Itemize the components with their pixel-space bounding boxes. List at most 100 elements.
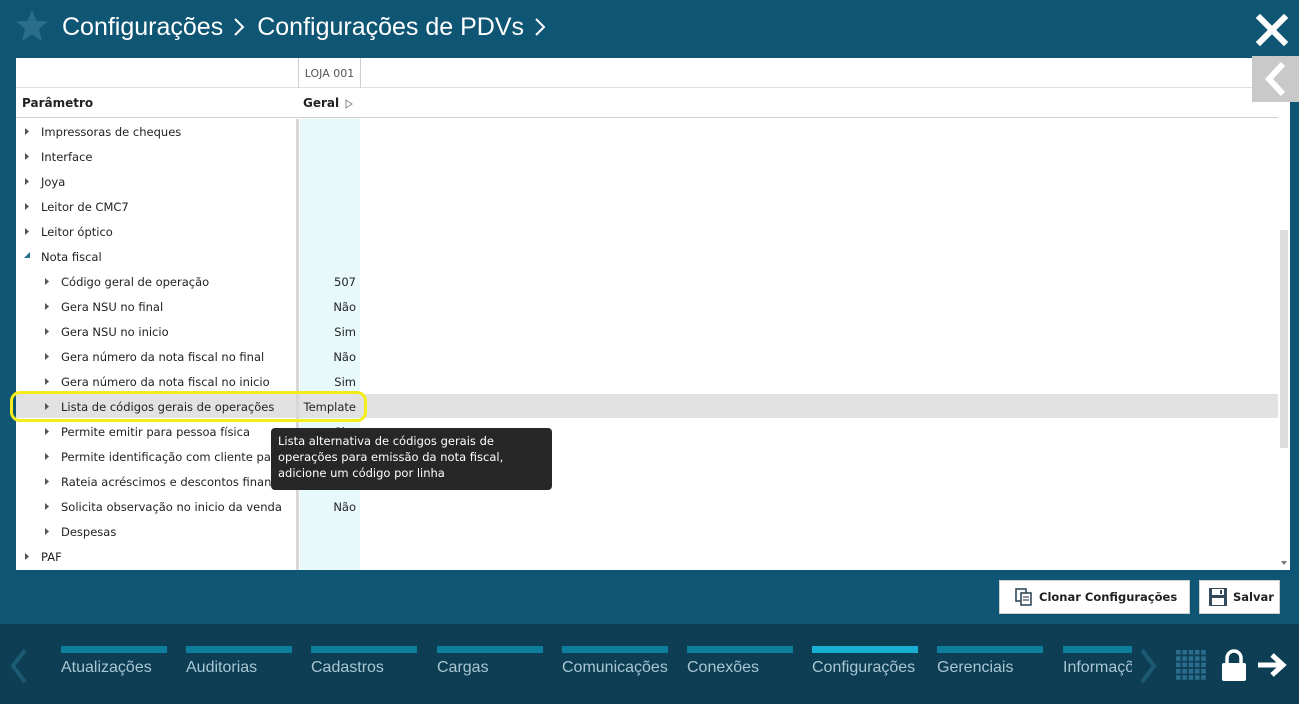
caret-right-icon[interactable] bbox=[24, 152, 30, 161]
tree-row[interactable]: PAF bbox=[16, 544, 1278, 569]
tree-row[interactable]: Gera número da nota fiscal no final Não bbox=[16, 344, 1278, 369]
caret-right-icon[interactable] bbox=[44, 452, 50, 461]
floppy-disk-icon bbox=[1209, 588, 1227, 606]
tree-row[interactable]: Permite emitir para pessoa físicaSim bbox=[16, 419, 1278, 444]
nav-item[interactable]: Configurações bbox=[812, 646, 918, 686]
tree-row-label: Nota fiscal bbox=[41, 250, 102, 264]
nav-item-label: Conexões bbox=[687, 659, 760, 676]
nav-item[interactable]: Conexões bbox=[687, 646, 793, 686]
star-icon[interactable] bbox=[14, 8, 50, 44]
clone-config-label: Clonar Configurações bbox=[1039, 590, 1178, 604]
nav-item[interactable]: Gerenciais bbox=[937, 646, 1043, 686]
chevron-right-icon[interactable] bbox=[1137, 646, 1159, 686]
save-button[interactable]: Salvar bbox=[1199, 580, 1280, 614]
tree-row-value[interactable]: Não bbox=[300, 300, 356, 314]
caret-right-icon[interactable] bbox=[44, 302, 50, 311]
nav-item-label: Configurações bbox=[812, 659, 916, 676]
nav-item-bar bbox=[437, 646, 543, 653]
tree-row-value[interactable]: Não bbox=[300, 500, 356, 514]
tree-row-label: Interface bbox=[41, 150, 93, 164]
caret-down-icon[interactable] bbox=[24, 252, 30, 261]
value-column-header[interactable]: Geral bbox=[303, 96, 339, 110]
side-panel-toggle[interactable] bbox=[1252, 56, 1299, 102]
nav-item-bar bbox=[311, 646, 417, 653]
nav-item[interactable]: Comunicações bbox=[562, 646, 668, 686]
breadcrumb-item-pdvs[interactable]: Configurações de PDVs bbox=[257, 13, 524, 42]
breadcrumb: Configurações Configurações de PDVs bbox=[62, 10, 558, 44]
header: Configurações Configurações de PDVs bbox=[0, 0, 1299, 56]
chevron-left-icon[interactable] bbox=[8, 646, 30, 686]
save-label: Salvar bbox=[1233, 590, 1274, 604]
caret-right-icon[interactable] bbox=[44, 277, 50, 286]
tree-row[interactable]: Gera NSU no final Não bbox=[16, 294, 1278, 319]
breadcrumb-item-configuracoes[interactable]: Configurações bbox=[62, 13, 223, 42]
nav-item-bar bbox=[1063, 646, 1132, 653]
tree-row-label: Gera número da nota fiscal no inicio bbox=[61, 375, 270, 389]
tree-row[interactable]: Leitor óptico bbox=[16, 219, 1278, 244]
nav-item-bar bbox=[937, 646, 1043, 653]
nav-item-bar bbox=[186, 646, 292, 653]
store-column-header[interactable]: LOJA 001 bbox=[298, 58, 361, 88]
tree-row-label: Leitor óptico bbox=[41, 225, 113, 239]
tree-row[interactable]: Nota fiscal bbox=[16, 244, 1278, 269]
tree-row-label: Rateia acréscimos e descontos financeiro… bbox=[61, 475, 306, 489]
caret-right-icon[interactable] bbox=[24, 227, 30, 236]
nav-item-bar bbox=[687, 646, 793, 653]
caret-right-icon[interactable] bbox=[44, 327, 50, 336]
nav-item[interactable]: Cargas bbox=[437, 646, 543, 686]
close-icon[interactable] bbox=[1256, 14, 1288, 46]
nav-item[interactable]: Informações bbox=[1063, 646, 1132, 686]
tree-row-label: Gera número da nota fiscal no final bbox=[61, 350, 265, 364]
caret-right-icon[interactable] bbox=[24, 202, 30, 211]
tooltip: Lista alternativa de códigos gerais de o… bbox=[271, 428, 552, 490]
chevron-right-icon[interactable] bbox=[528, 16, 552, 38]
caret-right-icon[interactable] bbox=[24, 127, 30, 136]
tree-row-label: Gera NSU no final bbox=[61, 300, 164, 314]
nav-item[interactable]: Auditorias bbox=[186, 646, 292, 686]
caret-right-icon[interactable] bbox=[44, 352, 50, 361]
nav-item[interactable]: Cadastros bbox=[311, 646, 417, 686]
scroll-down-icon[interactable] bbox=[1280, 560, 1288, 566]
column-header-row: Parâmetro Geral bbox=[16, 88, 1278, 118]
tree-row-label: Gera NSU no inicio bbox=[61, 325, 169, 339]
clone-config-button[interactable]: Clonar Configurações bbox=[999, 580, 1190, 614]
caret-right-icon[interactable] bbox=[345, 99, 353, 109]
tree-row[interactable]: Leitor de CMC7 bbox=[16, 194, 1278, 219]
nav-item[interactable]: Atualizações bbox=[61, 646, 167, 686]
tree-row-value[interactable]: Sim bbox=[300, 325, 356, 339]
caret-right-icon[interactable] bbox=[24, 552, 30, 561]
caret-right-icon[interactable] bbox=[44, 477, 50, 486]
scrollbar[interactable] bbox=[1278, 120, 1290, 570]
tree-row-value[interactable]: Não bbox=[300, 350, 356, 364]
nav-item-label: Cargas bbox=[437, 659, 489, 676]
tree-row[interactable]: Interface bbox=[16, 144, 1278, 169]
tree-row[interactable]: Rateia acréscimos e descontos financeiro… bbox=[16, 469, 1278, 494]
tree-row-label: PAF bbox=[41, 550, 62, 564]
caret-right-icon[interactable] bbox=[44, 502, 50, 511]
module-nav: Atualizações Auditorias Cadastros Cargas Com… bbox=[0, 624, 1132, 704]
nav-item-label: Informações bbox=[1063, 659, 1132, 676]
tree-row-label: Permite identificação com cliente padrão bbox=[61, 450, 297, 464]
tree-row-value[interactable]: Sim bbox=[300, 375, 356, 389]
tree-row[interactable]: Solicita observação no inicio da venda Nã… bbox=[16, 494, 1278, 519]
tree-row[interactable]: Código geral de operação 507 bbox=[16, 269, 1278, 294]
config-panel: LOJA 001 Parâmetro Geral Impressoras de … bbox=[16, 58, 1290, 570]
tree-row[interactable]: Gera NSU no inicio Sim bbox=[16, 319, 1278, 344]
caret-right-icon[interactable] bbox=[44, 527, 50, 536]
tree-row[interactable]: Despesas bbox=[16, 519, 1278, 544]
chevron-right-icon bbox=[234, 18, 245, 36]
tree-row-label: Despesas bbox=[61, 525, 117, 539]
scroll-thumb[interactable] bbox=[1280, 230, 1288, 448]
grid-icon[interactable] bbox=[1175, 649, 1207, 681]
nav-item-label: Auditorias bbox=[186, 659, 258, 676]
caret-right-icon[interactable] bbox=[44, 377, 50, 386]
nav-item-bar bbox=[61, 646, 167, 653]
tree-row-value[interactable]: 507 bbox=[300, 275, 356, 289]
lock-icon[interactable] bbox=[1219, 648, 1249, 682]
caret-right-icon[interactable] bbox=[44, 427, 50, 436]
exit-arrow-icon[interactable] bbox=[1256, 652, 1288, 678]
tree-row[interactable]: Joya bbox=[16, 169, 1278, 194]
tree-row[interactable]: Impressoras de cheques bbox=[16, 119, 1278, 144]
tree-row[interactable]: Permite identificação com cliente padrão bbox=[16, 444, 1278, 469]
caret-right-icon[interactable] bbox=[24, 177, 30, 186]
